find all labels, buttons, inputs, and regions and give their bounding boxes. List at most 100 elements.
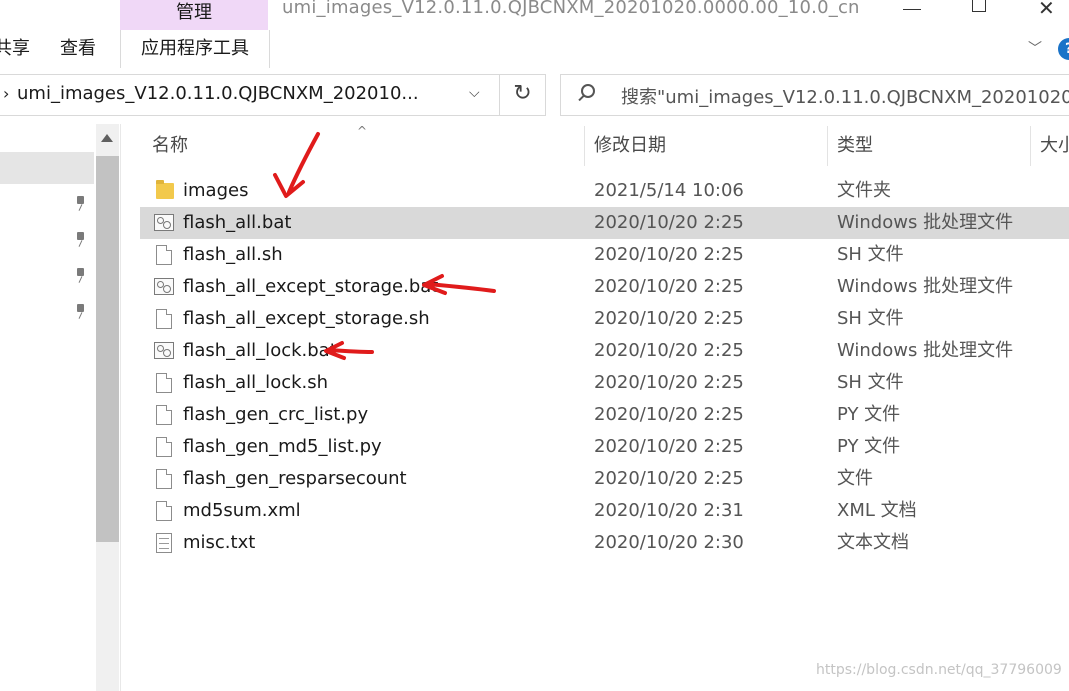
file-name: flash_gen_crc_list.py — [183, 404, 369, 425]
file-type: SH 文件 — [837, 372, 904, 393]
file-name: flash_all_except_storage.sh — [183, 308, 430, 329]
file-date: 2020/10/20 2:30 — [594, 532, 744, 553]
column-header-type[interactable]: 类型 — [837, 124, 873, 168]
pin-icon[interactable] — [74, 304, 86, 320]
help-icon[interactable]: ? — [1058, 38, 1069, 60]
file-name: flash_all_lock.sh — [183, 372, 329, 393]
window-title: umi_images_V12.0.11.0.QJBCNXM_20201020.0… — [282, 0, 860, 18]
nav-item-selected[interactable] — [0, 152, 94, 184]
refresh-button[interactable]: ↻ — [500, 74, 546, 116]
watermark: https://blog.csdn.net/qq_37796009 — [816, 662, 1062, 678]
address-row: › umi_images_V12.0.11.0.QJBCNXM_202010..… — [0, 68, 1069, 124]
tab-view[interactable]: 查看 — [60, 30, 96, 68]
file-icon — [156, 437, 172, 457]
file-type: PY 文件 — [837, 404, 901, 425]
batch-file-icon — [154, 278, 174, 295]
chevron-down-icon[interactable]: ⌵ — [469, 85, 480, 101]
file-name: misc.txt — [183, 532, 256, 553]
file-name: images — [183, 180, 249, 201]
address-bar[interactable]: › umi_images_V12.0.11.0.QJBCNXM_202010..… — [0, 74, 500, 116]
file-row[interactable]: misc.txt 2020/10/20 2:30 文本文档 — [140, 527, 1069, 559]
column-separator[interactable] — [827, 126, 828, 166]
file-row[interactable]: flash_all_except_storage.bat 2020/10/20 2… — [140, 271, 1069, 303]
file-name: flash_all_except_storage.bat — [183, 276, 439, 297]
maximize-button[interactable] — [966, 0, 996, 22]
file-icon — [156, 405, 172, 425]
file-row[interactable]: images 2021/5/14 10:06 文件夹 — [140, 175, 1069, 207]
tab-app-tools[interactable]: 应用程序工具 — [120, 30, 270, 68]
file-row[interactable]: flash_gen_resparsecount 2020/10/20 2:25 文件 — [140, 463, 1069, 495]
address-path[interactable]: umi_images_V12.0.11.0.QJBCNXM_202010... — [17, 83, 419, 104]
file-name: md5sum.xml — [183, 500, 301, 521]
file-row[interactable]: md5sum.xml 2020/10/20 2:31 XML 文档 — [140, 495, 1069, 527]
ribbon-collapse-icon[interactable]: ﹀ — [1028, 38, 1042, 58]
file-row[interactable]: flash_gen_crc_list.py 2020/10/20 2:25 PY 文… — [140, 399, 1069, 431]
file-name: flash_gen_md5_list.py — [183, 436, 382, 457]
file-type: 文本文档 — [837, 532, 909, 553]
file-row[interactable]: flash_all.sh 2020/10/20 2:25 SH 文件 — [140, 239, 1069, 271]
pin-icon[interactable] — [74, 196, 86, 212]
file-type: Windows 批处理文件 — [837, 212, 1014, 233]
column-header-name[interactable]: 名称 — [152, 124, 188, 168]
ribbon: 管理 应用程序工具 umi_images_V12.0.11.0.QJBCNXM_… — [0, 0, 1069, 68]
file-type: 文件夹 — [837, 180, 891, 201]
column-separator[interactable] — [1030, 126, 1031, 166]
column-separator[interactable] — [584, 126, 585, 166]
file-icon — [156, 373, 172, 393]
file-date: 2020/10/20 2:25 — [594, 468, 744, 489]
file-name: flash_all.bat — [183, 212, 292, 233]
tab-manage[interactable]: 管理 — [120, 0, 268, 30]
close-icon: ✕ — [1038, 0, 1055, 20]
column-header-size[interactable]: 大小 — [1040, 124, 1069, 168]
batch-file-icon — [154, 342, 174, 359]
file-row[interactable]: flash_all_lock.sh 2020/10/20 2:25 SH 文件 — [140, 367, 1069, 399]
tab-share[interactable]: 共享 — [0, 30, 30, 68]
file-icon — [156, 245, 172, 265]
file-date: 2020/10/20 2:25 — [594, 212, 744, 233]
file-type: Windows 批处理文件 — [837, 340, 1014, 361]
file-type: XML 文档 — [837, 500, 917, 521]
nav-scrollbar[interactable] — [96, 124, 119, 691]
file-icon — [156, 469, 172, 489]
pin-icon[interactable] — [74, 268, 86, 284]
file-row[interactable]: flash_all_except_storage.sh 2020/10/20 2:… — [140, 303, 1069, 335]
file-date: 2020/10/20 2:25 — [594, 372, 744, 393]
file-date: 2020/10/20 2:25 — [594, 340, 744, 361]
file-type: SH 文件 — [837, 244, 904, 265]
file-type: PY 文件 — [837, 436, 901, 457]
file-date: 2020/10/20 2:25 — [594, 244, 744, 265]
scroll-up-icon[interactable] — [101, 134, 113, 142]
pane-divider[interactable] — [120, 124, 121, 691]
minimize-button[interactable] — [898, 0, 928, 22]
file-date: 2020/10/20 2:31 — [594, 500, 744, 521]
search-icon — [581, 84, 595, 98]
refresh-icon: ↻ — [513, 81, 532, 106]
file-row[interactable]: flash_gen_md5_list.py 2020/10/20 2:25 PY 文… — [140, 431, 1069, 463]
scroll-thumb[interactable] — [96, 156, 119, 542]
file-row[interactable]: flash_all_lock.bat 2020/10/20 2:25 Windows… — [140, 335, 1069, 367]
close-button[interactable]: ✕ — [1038, 0, 1068, 22]
pin-icon[interactable] — [74, 232, 86, 248]
file-name: flash_gen_resparsecount — [183, 468, 407, 489]
file-date: 2020/10/20 2:25 — [594, 308, 744, 329]
file-date: 2020/10/20 2:25 — [594, 276, 744, 297]
file-date: 2020/10/20 2:25 — [594, 404, 744, 425]
file-icon — [156, 309, 172, 329]
file-name: flash_all_lock.bat — [183, 340, 337, 361]
sort-ascending-icon: ^ — [357, 124, 368, 138]
text-file-icon — [156, 533, 172, 553]
breadcrumb-chevron-icon[interactable]: › — [3, 84, 9, 103]
file-date: 2020/10/20 2:25 — [594, 436, 744, 457]
batch-file-icon — [154, 214, 174, 231]
file-type: 文件 — [837, 468, 873, 489]
file-date: 2021/5/14 10:06 — [594, 180, 744, 201]
file-icon — [156, 501, 172, 521]
navigation-pane[interactable] — [0, 124, 96, 691]
file-row[interactable]: flash_all.bat 2020/10/20 2:25 Windows 批处理文… — [140, 207, 1069, 239]
search-input[interactable]: 搜索"umi_images_V12.0.11.0.QJBCNXM_2020102… — [560, 74, 1069, 116]
file-type: SH 文件 — [837, 308, 904, 329]
column-header-date[interactable]: 修改日期 — [594, 124, 666, 168]
file-name: flash_all.sh — [183, 244, 283, 265]
file-type: Windows 批处理文件 — [837, 276, 1014, 297]
folder-icon — [156, 180, 174, 199]
